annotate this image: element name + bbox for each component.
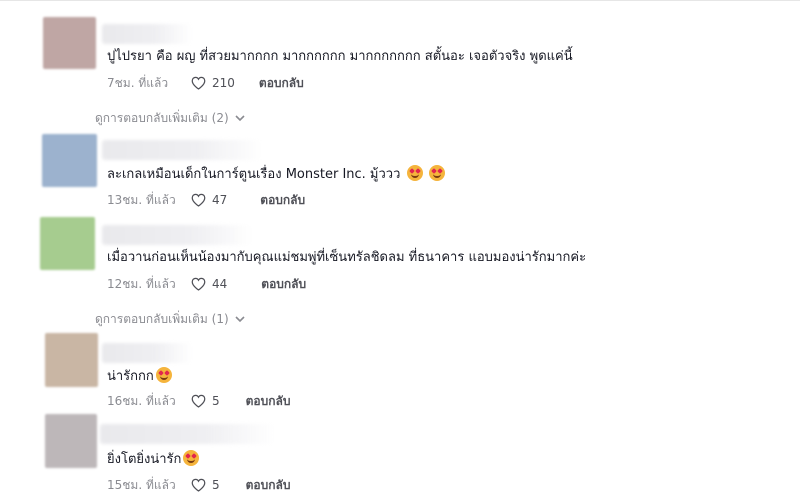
- like-button[interactable]: 47: [191, 193, 227, 207]
- comment-meta: 13ชม. ที่แล้ว 47 ตอบกลับ: [107, 191, 305, 209]
- smiling-face-with-hearts-emoji: [406, 165, 423, 181]
- comment-time: 15ชม. ที่แล้ว: [107, 477, 176, 492]
- smiling-face-with-hearts-emoji: [428, 165, 445, 181]
- heart-outline-icon: [191, 277, 206, 291]
- comment-time: 16ชม. ที่แล้ว: [107, 393, 176, 408]
- reply-button[interactable]: ตอบกลับ: [260, 191, 305, 210]
- like-button[interactable]: 5: [191, 478, 220, 492]
- like-button[interactable]: 5: [191, 394, 220, 408]
- comment-text: น่ารักกก: [107, 367, 172, 386]
- username-blurred[interactable]: [102, 343, 192, 363]
- comment-meta: 7ชม. ที่แล้ว 210 ตอบกลับ: [107, 74, 304, 92]
- comment-text: ยิ่งโตยิ่งน่ารัก: [107, 450, 200, 469]
- avatar[interactable]: [45, 414, 97, 468]
- view-more-replies-label: ดูการตอบกลับเพิ่มเติม (1): [95, 312, 229, 326]
- avatar[interactable]: [42, 134, 97, 187]
- view-more-replies[interactable]: ดูการตอบกลับเพิ่มเติม (2): [95, 109, 245, 128]
- reply-button[interactable]: ตอบกลับ: [261, 275, 306, 294]
- comment-text-content: ยิ่งโตยิ่งน่ารัก: [107, 452, 182, 467]
- comment-text: เมื่อวานก่อนเห็นน้องมากับคุณแม่ชมพู่ที่เ…: [107, 250, 587, 265]
- smiling-face-with-hearts-emoji: [155, 367, 172, 383]
- comment-text: ละเกลเหมือนเด็กในการ์ตูนเรื่อง Monster I…: [107, 165, 445, 184]
- comment-time: 13ชม. ที่แล้ว: [107, 192, 176, 207]
- comment-meta: 12ชม. ที่แล้ว 44 ตอบกลับ: [107, 275, 306, 293]
- reply-button[interactable]: ตอบกลับ: [246, 476, 291, 495]
- username-blurred[interactable]: [102, 24, 192, 44]
- comment-text-content: น่ารักกก: [107, 369, 154, 384]
- reply-button[interactable]: ตอบกลับ: [259, 74, 304, 93]
- like-count: 5: [212, 478, 220, 492]
- username-blurred[interactable]: [102, 225, 252, 245]
- comment-time: 7ชม. ที่แล้ว: [107, 75, 169, 90]
- comment-text-content: ละเกลเหมือนเด็กในการ์ตูนเรื่อง Monster I…: [107, 167, 401, 182]
- username-blurred[interactable]: [100, 424, 275, 444]
- view-more-replies[interactable]: ดูการตอบกลับเพิ่มเติม (1): [95, 310, 245, 329]
- comment-time: 12ชม. ที่แล้ว: [107, 276, 176, 291]
- like-count: 5: [212, 394, 220, 408]
- top-divider: [0, 0, 800, 1]
- comment-text: ปูไปรยา คือ ผญ ที่สวยมากกกก มากกกกกก มาก…: [107, 49, 573, 64]
- like-button[interactable]: 210: [191, 76, 235, 90]
- heart-outline-icon: [191, 76, 206, 90]
- reply-button[interactable]: ตอบกลับ: [246, 392, 291, 411]
- chevron-down-icon: [235, 115, 245, 122]
- heart-outline-icon: [191, 193, 206, 207]
- avatar[interactable]: [43, 17, 96, 69]
- username-blurred[interactable]: [102, 140, 262, 160]
- comment-meta: 15ชม. ที่แล้ว 5 ตอบกลับ: [107, 476, 291, 494]
- smiling-face-with-hearts-emoji: [183, 450, 200, 466]
- heart-outline-icon: [191, 478, 206, 492]
- like-button[interactable]: 44: [191, 277, 227, 291]
- like-count: 47: [212, 193, 228, 207]
- like-count: 210: [212, 76, 235, 90]
- avatar[interactable]: [45, 333, 98, 387]
- view-more-replies-label: ดูการตอบกลับเพิ่มเติม (2): [95, 111, 229, 125]
- avatar[interactable]: [40, 217, 95, 270]
- heart-outline-icon: [191, 394, 206, 408]
- comment-meta: 16ชม. ที่แล้ว 5 ตอบกลับ: [107, 392, 291, 410]
- chevron-down-icon: [235, 316, 245, 323]
- like-count: 44: [212, 277, 228, 291]
